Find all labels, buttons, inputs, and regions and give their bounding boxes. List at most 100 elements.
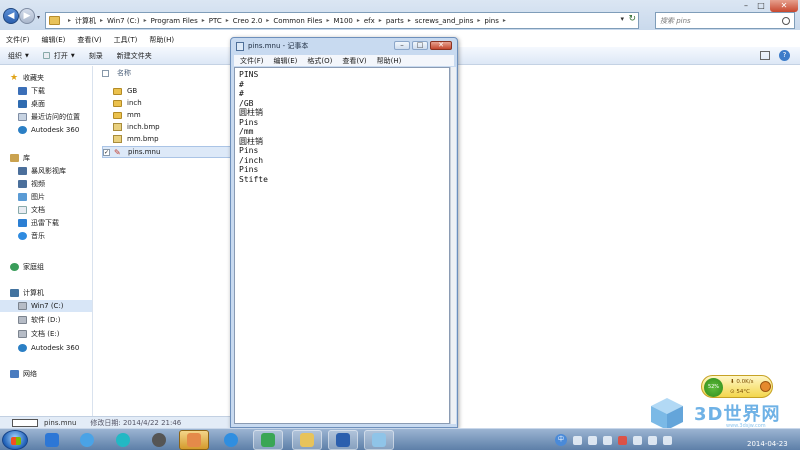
row-checkbox-checked[interactable]: ✓ — [103, 148, 110, 156]
row-checkbox[interactable] — [102, 100, 109, 107]
text-editor[interactable]: PINS # #/GB 圆柱销 Pins/mm 圆柱销 Pins/inch Pins Stift… — [234, 67, 450, 424]
new-folder-button[interactable]: 新建文件夹 — [117, 51, 152, 61]
file-row[interactable]: mm.bmp — [102, 133, 234, 145]
notepad-titlebar[interactable]: pins.mnu - 记事本 – □ ✕ — [231, 38, 457, 54]
search-input[interactable]: 搜索 pins — [655, 12, 795, 29]
forward-button[interactable]: ▶ — [19, 8, 35, 24]
maximize-button[interactable]: □ — [755, 0, 767, 12]
burn-button[interactable]: 刻录 — [89, 51, 103, 61]
taskbar-app-word[interactable] — [328, 430, 358, 450]
nav-item-drive-d[interactable]: 软件 (D:) — [18, 314, 60, 326]
vertical-scrollbar[interactable] — [450, 67, 456, 424]
nav-item-autodesk-drive[interactable]: Autodesk 360 — [18, 342, 79, 354]
taskbar-app-2[interactable] — [72, 430, 102, 450]
nav-item-pictures[interactable]: 图片 — [18, 191, 45, 203]
change-view-icon[interactable] — [760, 51, 770, 60]
breadcrumb-item[interactable]: 计算机 — [75, 16, 96, 26]
nav-network[interactable]: 网络 — [10, 368, 37, 380]
taskbar-app-notepad[interactable] — [364, 430, 394, 450]
file-row-selected[interactable]: ✓ ✎ pins.mnu — [102, 146, 234, 158]
refresh-icon[interactable]: ↻ — [628, 14, 636, 24]
menu-tools[interactable]: 工具(T) — [114, 35, 138, 45]
nav-item-documents[interactable]: 文档 — [18, 204, 45, 216]
nav-item-drive-c[interactable]: Win7 (C:) — [0, 300, 92, 312]
nav-favorites[interactable]: ★ 收藏夹 — [10, 72, 44, 84]
breadcrumb-item[interactable]: Program Files — [151, 17, 198, 25]
taskbar-app-ie[interactable] — [216, 430, 246, 450]
nav-item-music[interactable]: 音乐 — [18, 230, 45, 242]
minimize-button[interactable]: – — [394, 41, 410, 50]
menu-view[interactable]: 查看(V) — [77, 35, 101, 45]
breadcrumb-item[interactable]: Win7 (C:) — [107, 17, 140, 25]
folder-icon — [113, 87, 122, 95]
breadcrumb-item[interactable]: screws_and_pins — [415, 17, 474, 25]
breadcrumb-item[interactable]: Common Files — [273, 17, 322, 25]
language-icon[interactable]: 中 — [555, 434, 567, 446]
row-checkbox[interactable] — [102, 112, 109, 119]
menu-edit[interactable]: 编辑(E) — [42, 35, 66, 45]
row-checkbox[interactable] — [102, 136, 109, 143]
breadcrumb-item[interactable]: Creo 2.0 — [233, 17, 263, 25]
breadcrumb-item[interactable]: pins — [484, 17, 498, 25]
minimize-button[interactable]: – — [740, 0, 752, 12]
start-button[interactable] — [2, 430, 28, 450]
nav-item-autodesk[interactable]: Autodesk 360 — [18, 124, 79, 136]
tray-icon[interactable] — [618, 435, 627, 445]
file-row[interactable]: inch — [102, 97, 234, 109]
taskbar-app-7[interactable] — [253, 430, 283, 450]
breadcrumb-item[interactable]: parts — [386, 17, 404, 25]
nav-computer[interactable]: 计算机 — [10, 287, 44, 299]
open-button[interactable]: 打开 ▼ — [42, 51, 75, 61]
nav-item-baofeng[interactable]: 暴风影视库 — [18, 165, 66, 177]
select-all-checkbox[interactable] — [102, 69, 109, 77]
network-monitor-widget[interactable]: 52% ⬇ 0.0K/s ⊙ 54°C — [701, 375, 773, 398]
nav-item-drive-e[interactable]: 文档 (E:) — [18, 328, 59, 340]
close-button[interactable]: ✕ — [430, 41, 452, 50]
menu-help[interactable]: 帮助(H) — [377, 56, 402, 66]
help-icon[interactable]: ? — [779, 50, 790, 61]
breadcrumb-item[interactable]: M100 — [333, 17, 352, 25]
row-checkbox[interactable] — [102, 124, 109, 131]
address-dropdown-icon[interactable]: ▾ — [620, 15, 624, 23]
breadcrumb-item[interactable]: efx — [364, 17, 375, 25]
file-row[interactable]: mm — [102, 109, 234, 121]
column-header-name[interactable]: 名称 — [102, 68, 242, 78]
file-row[interactable]: GB — [102, 85, 234, 97]
tray-icon[interactable] — [573, 435, 582, 445]
taskbar-app-1[interactable] — [37, 430, 67, 450]
row-checkbox[interactable] — [102, 88, 109, 95]
organize-button[interactable]: 组织 ▼ — [8, 51, 29, 61]
taskbar-app-4[interactable] — [144, 430, 174, 450]
nav-label: 迅雷下载 — [31, 219, 59, 227]
back-button[interactable]: ◀ — [3, 8, 19, 24]
address-bar[interactable]: ▸ 计算机 ▸ Win7 (C:) ▸ Program Files ▸ PTC … — [45, 12, 639, 29]
recent-pages-button[interactable]: ▾ — [37, 14, 40, 21]
tray-icon[interactable] — [603, 435, 612, 445]
nav-item-videos[interactable]: 视频 — [18, 178, 45, 190]
taskbar-app-explorer[interactable] — [292, 430, 322, 450]
tray-icon[interactable] — [588, 435, 597, 445]
breadcrumb-item[interactable]: PTC — [209, 17, 222, 25]
drive-icon — [18, 330, 27, 338]
taskbar-app-3[interactable] — [108, 430, 138, 450]
nav-item-downloads[interactable]: 下载 — [18, 85, 45, 97]
file-row[interactable]: inch.bmp — [102, 121, 234, 133]
maximize-button[interactable]: □ — [412, 41, 428, 50]
taskbar-app-5[interactable] — [179, 430, 209, 450]
menu-format[interactable]: 格式(O) — [307, 56, 332, 66]
network-icon[interactable] — [648, 435, 657, 445]
nav-item-thunder[interactable]: 迅雷下载 — [18, 217, 59, 229]
nav-libraries[interactable]: 库 — [10, 152, 30, 164]
menu-view[interactable]: 查看(V) — [342, 56, 366, 66]
nav-item-recent[interactable]: 最近访问的位置 — [18, 111, 80, 123]
nav-homegroup[interactable]: 家庭组 — [10, 261, 44, 273]
menu-file[interactable]: 文件(F) — [6, 35, 30, 45]
menu-file[interactable]: 文件(F) — [240, 56, 264, 66]
nav-item-desktop[interactable]: 桌面 — [18, 98, 45, 110]
volume-icon[interactable] — [663, 435, 672, 445]
menu-edit[interactable]: 编辑(E) — [274, 56, 298, 66]
tray-icon[interactable] — [633, 435, 642, 445]
clock-date[interactable]: 2014-04-23 — [747, 440, 788, 448]
close-button[interactable]: ✕ — [770, 0, 798, 12]
menu-help[interactable]: 帮助(H) — [149, 35, 174, 45]
